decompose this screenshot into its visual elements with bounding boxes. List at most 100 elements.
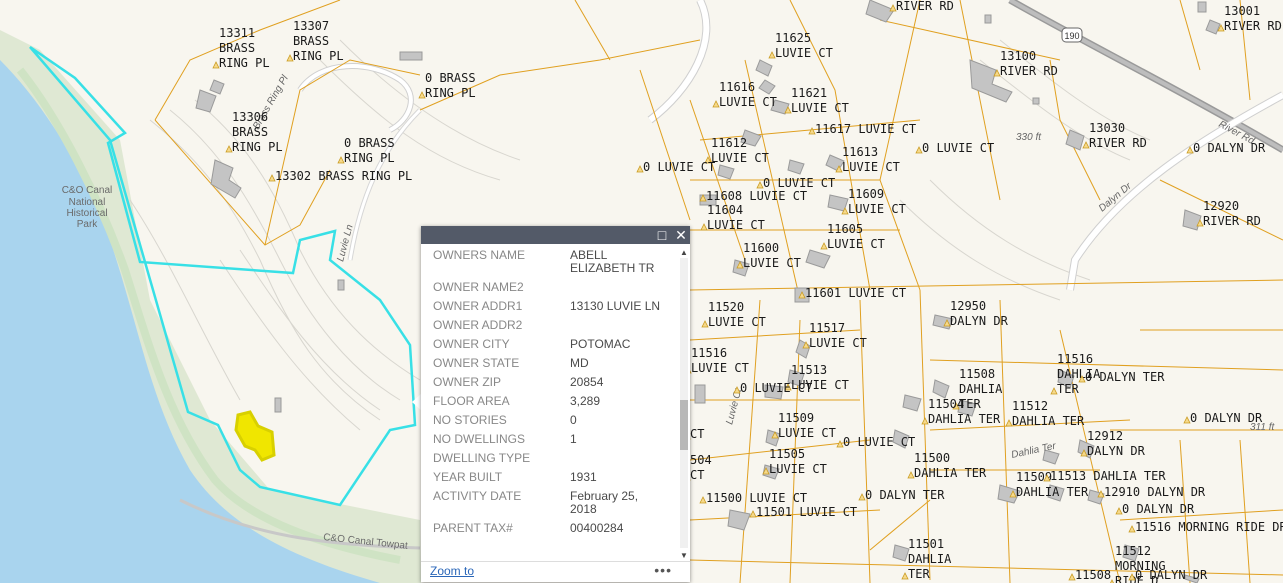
parcel-label[interactable]: 11601 LUVIE CT bbox=[798, 286, 906, 300]
parcel-label-line: RING PL bbox=[293, 49, 344, 63]
close-icon[interactable]: ✕ bbox=[673, 227, 689, 243]
parcel-label[interactable]: 0 LUVIE CT bbox=[733, 381, 812, 395]
parcel-label[interactable]: 11500 LUVIE CT bbox=[699, 491, 807, 505]
parcel-label-line: RIVER RD bbox=[1224, 19, 1282, 33]
parcel-label-line: 11516 MORNING RIDE DR bbox=[1135, 520, 1283, 534]
parcel-label-line: 0 LUVIE CT bbox=[740, 381, 812, 395]
attribute-row: OWNER CITY POTOMAC bbox=[428, 338, 668, 357]
parcel-label-line: 11616 bbox=[719, 80, 755, 94]
attribute-key: ACTIVITY DATE bbox=[433, 489, 522, 503]
parcel-label-line: LUVIE CT bbox=[809, 336, 867, 350]
parcel-label-line: 11516 bbox=[1057, 352, 1093, 366]
parcel-label-line: LUVIE CT bbox=[842, 160, 900, 174]
parcel-label-line: 11501 LUVIE CT bbox=[756, 505, 857, 519]
parcel-label-line: 0 DALYN DR bbox=[1190, 411, 1263, 425]
parcel-label[interactable]: 0 DALYN DR bbox=[1115, 502, 1195, 516]
parcel-label[interactable]: 0 LUVIE CT bbox=[915, 141, 994, 155]
attribute-key: OWNER ADDR1 bbox=[433, 299, 523, 313]
popup-scrollbar[interactable]: ▲ ▼ bbox=[678, 248, 688, 560]
svg-text:C&O Canal: C&O Canal bbox=[62, 185, 113, 196]
attribute-value: ABELL ELIZABETH TR bbox=[570, 248, 655, 275]
parcel-label[interactable]: 12910 DALYN DR bbox=[1097, 485, 1206, 499]
attribute-row: ACTIVITY DATE February 25, 2018 bbox=[428, 490, 668, 522]
attribute-row: PARENT TAX# 00400284 bbox=[428, 522, 668, 541]
parcel-label-line: 504 bbox=[690, 453, 712, 467]
parcel-label[interactable]: 0 LUVIE CT bbox=[836, 435, 915, 449]
parcel-label-line: LUVIE CT bbox=[791, 101, 849, 115]
parcel-label-line: 0 LUVIE CT bbox=[643, 160, 715, 174]
parcel-label[interactable]: 0 DALYN TER bbox=[858, 488, 945, 502]
parcel-label-line: 13030 bbox=[1089, 121, 1125, 135]
parcel-label[interactable]: 11617 LUVIE CT bbox=[808, 122, 916, 136]
parcel-label-line: LUVIE CT bbox=[707, 218, 765, 232]
attribute-key: OWNERS NAME bbox=[433, 248, 526, 262]
attribute-value: MD bbox=[570, 356, 589, 370]
parcel-label-line: DALYN DR bbox=[1087, 444, 1146, 458]
attribute-value: February 25, 2018 bbox=[570, 489, 639, 516]
more-actions-icon[interactable]: ••• bbox=[654, 562, 672, 578]
parcel-label-line: RING PL bbox=[232, 140, 283, 154]
scroll-down-icon[interactable]: ▼ bbox=[678, 551, 690, 560]
attribute-row: NO DWELLINGS 1 bbox=[428, 433, 668, 452]
parcel-label[interactable]: 0 BRASSRING PL bbox=[337, 136, 395, 165]
parcel-label[interactable]: RIVER RD bbox=[889, 0, 954, 13]
parcel-label[interactable]: 0 DALYN TER bbox=[1078, 370, 1165, 384]
parcel-label[interactable]: 0 DALYN DR bbox=[1128, 568, 1208, 582]
parcel-label[interactable]: 0 LUVIE CT bbox=[756, 176, 835, 190]
parcel-info-popup: □ ✕ OWNERS NAME ABELL ELIZABETH TR OWNER N… bbox=[421, 226, 690, 582]
parcel-label-line: LUVIE CT bbox=[848, 202, 906, 216]
popup-content[interactable]: OWNERS NAME ABELL ELIZABETH TR OWNER NAME2… bbox=[421, 244, 676, 561]
parcel-label-line: 0 BRASS bbox=[425, 71, 476, 85]
svg-text:Historical: Historical bbox=[66, 208, 107, 219]
parcel-label-line: 13001 bbox=[1224, 4, 1260, 18]
attribute-key: PARENT TAX# bbox=[433, 521, 513, 535]
parcel-label-line: 11513 bbox=[791, 363, 827, 377]
parcel-label[interactable]: 0 DALYN DR bbox=[1186, 141, 1266, 155]
parcel-label-line: 11505 bbox=[769, 447, 805, 461]
parcel-label-line: LUVIE CT bbox=[778, 426, 836, 440]
parcel-label-line: 0 LUVIE CT bbox=[843, 435, 915, 449]
parcel-label-line: RIVER RD bbox=[896, 0, 954, 13]
parcel-label[interactable]: 0 BRASSRING PL bbox=[418, 71, 476, 100]
parcel-label[interactable]: 11516 MORNING RIDE DR bbox=[1128, 520, 1283, 534]
attribute-value bbox=[565, 281, 668, 300]
attribute-row: DWELLING TYPE bbox=[428, 452, 668, 471]
parcel-label-line: 13311 bbox=[219, 26, 255, 40]
parcel-label-line: 11501 bbox=[908, 537, 944, 551]
attribute-row: OWNER STATE MD bbox=[428, 357, 668, 376]
parcel-label[interactable]: 0 LUVIE CT bbox=[636, 160, 715, 174]
parcel-label-line: DAHLIA TER bbox=[928, 412, 1001, 426]
scrollbar-thumb[interactable] bbox=[680, 400, 688, 450]
attribute-row: OWNER ZIP 20854 bbox=[428, 376, 668, 395]
maximize-icon[interactable]: □ bbox=[654, 227, 670, 243]
parcel-label[interactable]: 0 DALYN DR bbox=[1183, 411, 1263, 425]
parcel-label-line: 0 DALYN DR bbox=[1193, 141, 1266, 155]
parcel-label-line: 0 LUVIE CT bbox=[922, 141, 994, 155]
parcel-label[interactable]: 13302 BRASS RING PL bbox=[268, 169, 412, 183]
attribute-key: NO DWELLINGS bbox=[433, 432, 526, 446]
attribute-key: OWNER CITY bbox=[433, 337, 510, 351]
parcel-label[interactable]: 11501 LUVIE CT bbox=[749, 505, 857, 519]
parcel-label-line: 13302 BRASS RING PL bbox=[275, 169, 412, 183]
parcel-label[interactable]: 11608 LUVIE CT bbox=[699, 189, 807, 203]
attribute-row: OWNER ADDR1 13130 LUVIE LN bbox=[428, 300, 668, 319]
scroll-up-icon[interactable]: ▲ bbox=[678, 248, 690, 257]
parcel-label-line: 12910 DALYN DR bbox=[1104, 485, 1206, 499]
parcel-label-line: 0 DALYN DR bbox=[1135, 568, 1208, 582]
popup-header: □ ✕ bbox=[421, 226, 690, 244]
parcel-label-line: LUVIE CT bbox=[775, 46, 833, 60]
parcel-label-line: 0 LUVIE CT bbox=[763, 176, 835, 190]
zoom-to-link[interactable]: Zoom to bbox=[430, 564, 474, 578]
attribute-value: 1931 bbox=[570, 470, 597, 484]
svg-text:National: National bbox=[69, 197, 106, 208]
parcel-label-line: 0 DALYN TER bbox=[865, 488, 945, 502]
parcel-label-line: DAHLIA TER bbox=[914, 466, 987, 480]
parcel-label-line: 11608 LUVIE CT bbox=[706, 189, 807, 203]
attribute-value bbox=[565, 319, 668, 338]
parcel-label-line: 13307 bbox=[293, 19, 329, 33]
attribute-key: OWNER ADDR2 bbox=[433, 318, 523, 332]
parcel-label[interactable]: 11513 DAHLIA TER bbox=[1043, 469, 1166, 483]
parcel-label-line: LUVIE CT bbox=[711, 151, 769, 165]
parcel-label[interactable]: 11508 bbox=[1068, 568, 1111, 582]
attribute-row: YEAR BUILT 1931 bbox=[428, 471, 668, 490]
